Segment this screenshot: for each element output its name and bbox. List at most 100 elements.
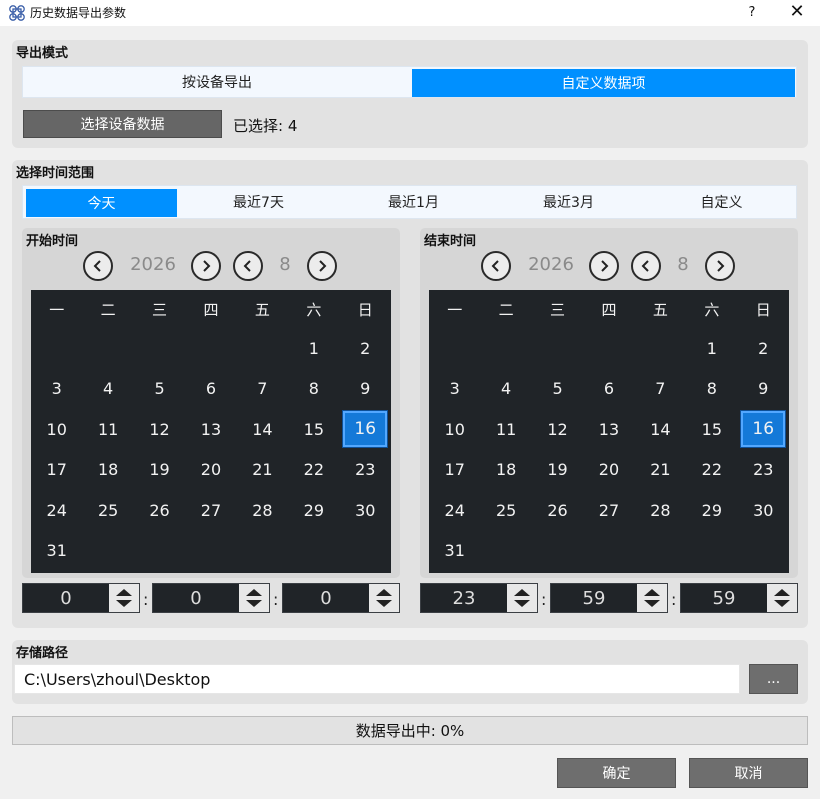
calendar-day[interactable]: 8: [686, 369, 737, 410]
mode-by-device[interactable]: 按设备导出: [23, 67, 411, 97]
calendar-day[interactable]: 7: [635, 369, 686, 410]
range-1-month[interactable]: 最近1月: [336, 186, 491, 218]
start-next-year-button[interactable]: [191, 251, 221, 281]
range-3-months[interactable]: 最近3月: [491, 186, 646, 218]
calendar-day[interactable]: 23: [340, 450, 391, 491]
calendar-day[interactable]: 11: [82, 409, 133, 450]
calendar-day[interactable]: 9: [340, 369, 391, 410]
calendar-day[interactable]: 15: [288, 409, 339, 450]
spin-arrows[interactable]: [239, 584, 269, 612]
calendar-day[interactable]: 20: [583, 450, 634, 491]
calendar-day[interactable]: 18: [82, 450, 133, 491]
browse-button[interactable]: ...: [749, 664, 798, 694]
calendar-day[interactable]: 28: [237, 490, 288, 531]
calendar-day[interactable]: 4: [82, 369, 133, 410]
calendar-day[interactable]: 17: [31, 450, 82, 491]
help-button[interactable]: ?: [742, 0, 762, 26]
calendar-day[interactable]: 19: [532, 450, 583, 491]
calendar-day[interactable]: 29: [288, 490, 339, 531]
calendar-day[interactable]: 25: [480, 490, 531, 531]
calendar-day[interactable]: 31: [429, 531, 480, 572]
calendar-day[interactable]: 10: [31, 409, 82, 450]
calendar-day[interactable]: 9: [738, 369, 789, 410]
spin-arrows[interactable]: [767, 584, 797, 612]
storage-path-input[interactable]: C:\Users\zhoul\Desktop: [14, 664, 740, 694]
calendar-day[interactable]: 24: [31, 490, 82, 531]
end-next-month-button[interactable]: [705, 251, 735, 281]
calendar-day[interactable]: 6: [583, 369, 634, 410]
calendar-day-selected[interactable]: 16: [738, 409, 789, 450]
calendar-day[interactable]: 13: [583, 409, 634, 450]
calendar-day[interactable]: 3: [31, 369, 82, 410]
end-minute-value[interactable]: 59: [551, 584, 637, 612]
end-prev-month-button[interactable]: [631, 251, 661, 281]
calendar-day[interactable]: 19: [134, 450, 185, 491]
spin-arrows[interactable]: [637, 584, 667, 612]
calendar-day[interactable]: 5: [134, 369, 185, 410]
calendar-day[interactable]: 17: [429, 450, 480, 491]
calendar-day[interactable]: 24: [429, 490, 480, 531]
start-minute-spinbox[interactable]: 0: [152, 583, 270, 613]
range-7-days[interactable]: 最近7天: [181, 186, 336, 218]
calendar-day[interactable]: 26: [532, 490, 583, 531]
end-second-spinbox[interactable]: 59: [680, 583, 798, 613]
start-second-value[interactable]: 0: [283, 584, 369, 612]
calendar-day[interactable]: 2: [340, 328, 391, 369]
calendar-day[interactable]: 31: [31, 531, 82, 572]
calendar-day[interactable]: 14: [237, 409, 288, 450]
calendar-day[interactable]: 25: [82, 490, 133, 531]
calendar-day[interactable]: 2: [738, 328, 789, 369]
spin-arrows[interactable]: [507, 584, 537, 612]
start-hour-spinbox[interactable]: 0: [22, 583, 140, 613]
calendar-day[interactable]: 22: [686, 450, 737, 491]
start-hour-value[interactable]: 0: [23, 584, 109, 612]
range-custom[interactable]: 自定义: [646, 186, 797, 218]
end-second-value[interactable]: 59: [681, 584, 767, 612]
spin-arrows[interactable]: [109, 584, 139, 612]
start-minute-value[interactable]: 0: [153, 584, 239, 612]
calendar-day[interactable]: 3: [429, 369, 480, 410]
calendar-day[interactable]: 4: [480, 369, 531, 410]
calendar-day[interactable]: 26: [134, 490, 185, 531]
close-button[interactable]: ✕: [782, 0, 812, 26]
calendar-day[interactable]: 5: [532, 369, 583, 410]
calendar-day[interactable]: 7: [237, 369, 288, 410]
calendar-day[interactable]: 29: [686, 490, 737, 531]
calendar-day[interactable]: 18: [480, 450, 531, 491]
calendar-day[interactable]: 1: [686, 328, 737, 369]
calendar-day-selected[interactable]: 16: [340, 409, 391, 450]
calendar-day[interactable]: 30: [340, 490, 391, 531]
end-hour-spinbox[interactable]: 23: [420, 583, 538, 613]
calendar-day[interactable]: 22: [288, 450, 339, 491]
end-hour-value[interactable]: 23: [421, 584, 507, 612]
start-prev-month-button[interactable]: [233, 251, 263, 281]
start-second-spinbox[interactable]: 0: [282, 583, 400, 613]
calendar-day[interactable]: 28: [635, 490, 686, 531]
calendar-day[interactable]: 13: [185, 409, 236, 450]
calendar-day[interactable]: 1: [288, 328, 339, 369]
calendar-day[interactable]: 15: [686, 409, 737, 450]
calendar-day[interactable]: 10: [429, 409, 480, 450]
calendar-day[interactable]: 12: [532, 409, 583, 450]
calendar-day[interactable]: 21: [237, 450, 288, 491]
mode-custom-items[interactable]: 自定义数据项: [412, 69, 795, 97]
end-next-year-button[interactable]: [589, 251, 619, 281]
calendar-day[interactable]: 20: [185, 450, 236, 491]
calendar-day[interactable]: 14: [635, 409, 686, 450]
cancel-button[interactable]: 取消: [689, 758, 808, 788]
calendar-day[interactable]: 21: [635, 450, 686, 491]
calendar-day[interactable]: 6: [185, 369, 236, 410]
end-minute-spinbox[interactable]: 59: [550, 583, 668, 613]
range-today[interactable]: 今天: [26, 189, 177, 217]
calendar-day[interactable]: 8: [288, 369, 339, 410]
end-prev-year-button[interactable]: [481, 251, 511, 281]
select-device-data-button[interactable]: 选择设备数据: [23, 110, 222, 138]
calendar-day[interactable]: 27: [583, 490, 634, 531]
ok-button[interactable]: 确定: [557, 758, 676, 788]
calendar-day[interactable]: 23: [738, 450, 789, 491]
spin-arrows[interactable]: [369, 584, 399, 612]
calendar-day[interactable]: 12: [134, 409, 185, 450]
calendar-day[interactable]: 30: [738, 490, 789, 531]
start-next-month-button[interactable]: [307, 251, 337, 281]
start-prev-year-button[interactable]: [83, 251, 113, 281]
